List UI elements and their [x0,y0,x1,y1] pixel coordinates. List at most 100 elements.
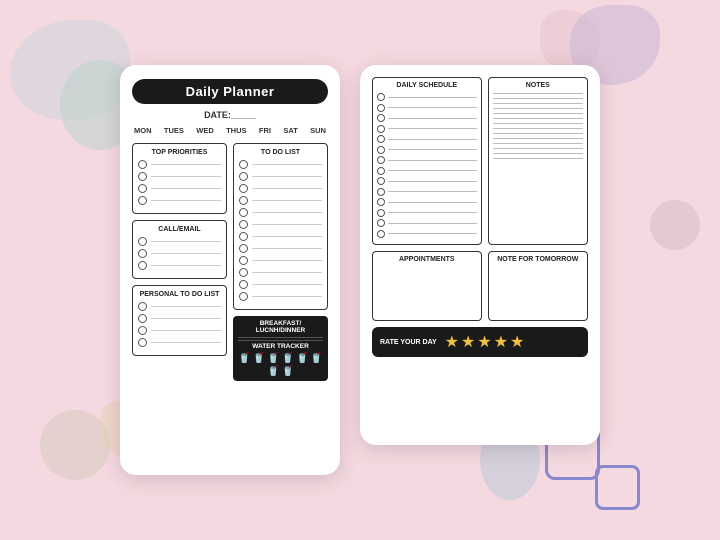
personal-circle-2 [138,314,147,323]
priority-circle-3 [138,184,147,193]
call-circle-2 [138,249,147,258]
note-tomorrow-title: NOTE FOR TOMORROW [493,256,583,263]
day-tues: TUES [164,126,184,135]
water-tracker-label: WATER TRACKER [238,343,323,350]
todo-list-box: TO DO LIST [233,143,328,310]
schedule-title: DAILY SCHEDULE [377,82,477,89]
sched-circle-3 [377,114,385,122]
todo-circle-9 [239,256,248,265]
call-circle-1 [138,237,147,246]
appointments-title: APPOINTMENTS [377,256,477,263]
notes-box: NOTES [488,77,588,245]
schedule-box: DAILY SCHEDULE [372,77,482,245]
call-email-title: CALL/EMAIL [138,226,221,233]
priority-circle-4 [138,196,147,205]
priority-row-4 [138,196,221,205]
day-sun: SUN [310,126,326,135]
priority-row-2 [138,172,221,181]
personal-todo-box: PERSONAL TO DO LIST [132,285,227,356]
sched-circle-5 [377,135,385,143]
personal-todo-title: PERSONAL TO DO LIST [138,291,221,298]
sched-circle-13 [377,219,385,227]
cup-4: 🥤 [282,353,294,364]
call-email-box: CALL/EMAIL [132,220,227,279]
sched-circle-1 [377,93,385,101]
cup-6: 🥤 [310,353,322,364]
cup-5: 🥤 [296,353,308,364]
personal-row-1 [138,302,221,311]
right-sections-col: TO DO LIST BREAKFAST/ LUCNH/DI [233,143,328,381]
meal-title: BREAKFAST/ LUCNH/DINNER [238,320,323,334]
personal-row-2 [138,314,221,323]
sched-circle-2 [377,104,385,112]
todo-circle-1 [239,160,248,169]
sched-circle-9 [377,177,385,185]
todo-circle-6 [239,220,248,229]
page-title: Daily Planner [132,79,328,104]
cup-3: 🥤 [267,353,279,364]
cup-2: 🥤 [253,353,265,364]
meal-line-2 [238,340,323,341]
day-sat: SAT [283,126,297,135]
date-label: DATE:_____ [132,110,328,120]
todo-circle-12 [239,292,248,301]
appointments-box: APPOINTMENTS [372,251,482,321]
sched-circle-7 [377,156,385,164]
personal-row-3 [138,326,221,335]
todo-circle-10 [239,268,248,277]
right-page: DAILY SCHEDULE NOTES [360,65,600,445]
sched-circle-10 [377,188,385,196]
rate-day-label: RATE YOUR DAY [380,339,437,346]
cup-1: 🥤 [238,353,250,364]
personal-circle-3 [138,326,147,335]
call-row-3 [138,261,221,270]
right-bottom-section: APPOINTMENTS NOTE FOR TOMORROW [372,251,588,321]
left-columns: TOP PRIORITIES CALL/EMAIL PERSONAL TO DO… [132,143,328,381]
top-priorities-box: TOP PRIORITIES [132,143,227,214]
priority-row-1 [138,160,221,169]
top-priorities-title: TOP PRIORITIES [138,149,221,156]
pages-container: Daily Planner DATE:_____ MON TUES WED TH… [120,65,600,475]
call-circle-3 [138,261,147,270]
todo-circle-7 [239,232,248,241]
sched-circle-8 [377,167,385,175]
todo-circle-3 [239,184,248,193]
rate-day-box: RATE YOUR DAY ★★★★★ [372,327,588,357]
left-sections-col: TOP PRIORITIES CALL/EMAIL PERSONAL TO DO… [132,143,227,381]
priority-circle-1 [138,160,147,169]
sched-circle-11 [377,198,385,206]
call-row-1 [138,237,221,246]
sched-circle-6 [377,146,385,154]
todo-list-title: TO DO LIST [239,149,322,156]
meal-line-1 [238,337,323,338]
personal-circle-4 [138,338,147,347]
cup-7: 🥤 [267,366,279,377]
day-fri: FRI [259,126,271,135]
day-wed: WED [196,126,214,135]
rate-day-stars: ★★★★★ [445,332,527,352]
note-tomorrow-box: NOTE FOR TOMORROW [488,251,588,321]
todo-circle-5 [239,208,248,217]
water-cups: 🥤 🥤 🥤 🥤 🥤 🥤 🥤 🥤 [238,353,323,377]
todo-circle-4 [239,196,248,205]
personal-row-4 [138,338,221,347]
day-mon: MON [134,126,152,135]
priority-circle-2 [138,172,147,181]
sched-circle-14 [377,230,385,238]
cup-8: 🥤 [282,366,294,377]
todo-circle-2 [239,172,248,181]
right-top-section: DAILY SCHEDULE NOTES [372,77,588,245]
sched-circle-4 [377,125,385,133]
personal-circle-1 [138,302,147,311]
todo-circle-11 [239,280,248,289]
decorative-rect-2 [595,465,640,510]
notes-title: NOTES [493,82,583,89]
todo-circle-8 [239,244,248,253]
priority-row-3 [138,184,221,193]
sched-circle-12 [377,209,385,217]
left-page: Daily Planner DATE:_____ MON TUES WED TH… [120,65,340,475]
meal-water-box: BREAKFAST/ LUCNH/DINNER WATER TRACKER 🥤 … [233,316,328,381]
decorative-blob-8 [650,200,700,250]
days-row: MON TUES WED THUS FRI SAT SUN [132,126,328,135]
call-row-2 [138,249,221,258]
